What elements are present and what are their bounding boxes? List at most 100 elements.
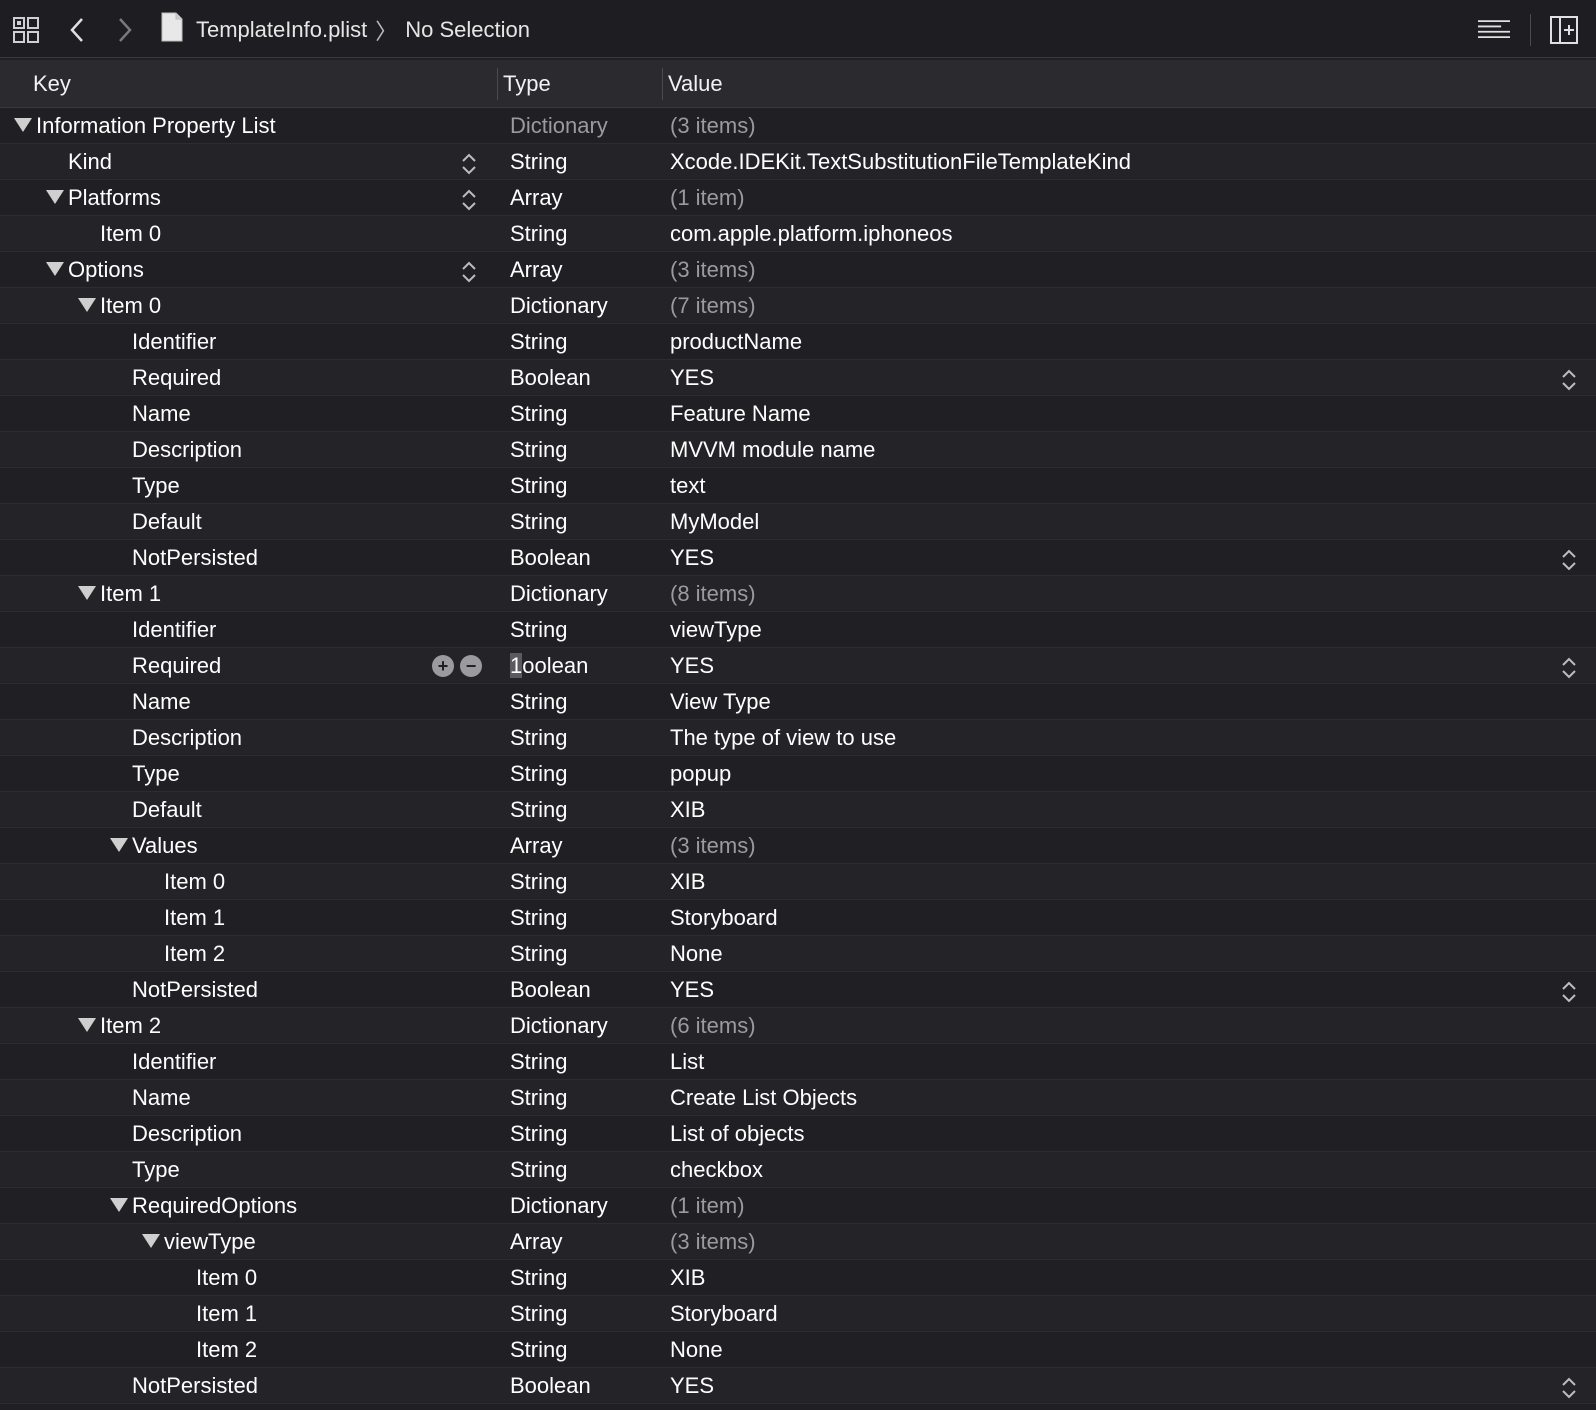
row-type-cell[interactable]: Array <box>510 180 563 215</box>
row-type-cell[interactable]: String <box>510 900 567 935</box>
row-type-cell[interactable]: String <box>510 1116 567 1151</box>
related-items-grid-icon[interactable] <box>10 14 42 46</box>
row-type-cell[interactable]: String <box>510 1260 567 1295</box>
row-type-cell[interactable]: String <box>510 1044 567 1079</box>
plist-row[interactable]: Default String XIB <box>0 792 1596 828</box>
row-key-cell[interactable]: Required <box>132 360 221 395</box>
row-type-cell[interactable]: Boolean <box>510 972 591 1007</box>
plist-row[interactable]: viewType Array (3 items) <box>0 1224 1596 1260</box>
plist-row[interactable]: RequiredOptions Dictionary (1 item) <box>0 1188 1596 1224</box>
row-value-cell[interactable]: productName <box>670 324 802 359</box>
row-value-cell[interactable]: (3 items) <box>670 1224 756 1259</box>
plist-row[interactable]: Name String View Type <box>0 684 1596 720</box>
row-type-cell[interactable]: 1oolean <box>510 648 588 683</box>
row-value-cell[interactable]: Storyboard <box>670 1296 778 1331</box>
plist-row[interactable]: Item 1 String Storyboard <box>0 1296 1596 1332</box>
row-value-cell[interactable]: YES <box>670 972 714 1007</box>
row-value-cell[interactable]: YES <box>670 360 714 395</box>
row-value-cell[interactable]: Create List Objects <box>670 1080 857 1115</box>
row-value-cell[interactable]: com.apple.platform.iphoneos <box>670 216 953 251</box>
row-value-cell[interactable]: (8 items) <box>670 576 756 611</box>
row-value-cell[interactable]: The type of view to use <box>670 720 896 755</box>
plist-row[interactable]: Type String popup <box>0 756 1596 792</box>
row-value-cell[interactable]: XIB <box>670 1260 705 1295</box>
plist-row[interactable]: Item 2 String None <box>0 1332 1596 1368</box>
breadcrumb-file-name[interactable]: TemplateInfo.plist <box>196 17 367 43</box>
row-type-cell[interactable]: String <box>510 504 567 539</box>
plist-row[interactable]: Type String checkbox <box>0 1152 1596 1188</box>
row-value-cell[interactable]: View Type <box>670 684 771 719</box>
plist-row[interactable]: Options Array (3 items) <box>0 252 1596 288</box>
value-stepper-icon[interactable] <box>1561 548 1577 571</box>
row-value-cell[interactable]: (3 items) <box>670 252 756 287</box>
row-value-cell[interactable]: MyModel <box>670 504 759 539</box>
plist-row[interactable]: Identifier String viewType <box>0 612 1596 648</box>
row-type-cell[interactable]: String <box>510 468 567 503</box>
remove-item-icon[interactable]: − <box>460 655 482 677</box>
forward-chevron-icon[interactable] <box>108 14 140 46</box>
row-key-cell[interactable]: Name <box>132 684 191 719</box>
plist-row[interactable]: Information Property List Dictionary (3 it… <box>0 108 1596 144</box>
row-value-cell[interactable]: (3 items) <box>670 108 756 143</box>
row-key-cell[interactable]: Default <box>132 792 202 827</box>
row-type-cell[interactable]: Boolean <box>510 540 591 575</box>
plist-row[interactable]: Item 0 String XIB <box>0 864 1596 900</box>
row-key-cell[interactable]: Description <box>132 720 242 755</box>
disclosure-triangle-icon[interactable] <box>110 838 128 853</box>
disclosure-triangle-icon[interactable] <box>46 262 64 277</box>
row-value-cell[interactable]: YES <box>670 1368 714 1403</box>
row-key-cell[interactable]: Name <box>132 1080 191 1115</box>
row-value-cell[interactable]: YES <box>670 540 714 575</box>
row-key-cell[interactable]: Identifier <box>132 612 216 647</box>
plist-row[interactable]: Item 0 String XIB <box>0 1260 1596 1296</box>
row-type-cell[interactable]: Dictionary <box>510 576 608 611</box>
plist-row[interactable]: Description String MVVM module name <box>0 432 1596 468</box>
row-type-cell[interactable]: String <box>510 1152 567 1187</box>
row-type-cell[interactable]: String <box>510 864 567 899</box>
back-chevron-icon[interactable] <box>62 14 94 46</box>
column-divider[interactable] <box>497 68 498 100</box>
row-key-cell[interactable]: Item 2 <box>164 936 225 971</box>
plist-row[interactable]: Kind String Xcode.IDEKit.TextSubstitutionF… <box>0 144 1596 180</box>
row-key-cell[interactable]: NotPersisted <box>132 1368 258 1403</box>
row-value-cell[interactable]: (6 items) <box>670 1008 756 1043</box>
plist-row[interactable]: Item 1 String Storyboard <box>0 900 1596 936</box>
row-value-cell[interactable]: XIB <box>670 864 705 899</box>
plist-row[interactable]: Identifier String productName <box>0 324 1596 360</box>
row-value-cell[interactable]: viewType <box>670 612 762 647</box>
row-key-cell[interactable]: Values <box>110 828 198 863</box>
row-key-cell[interactable]: RequiredOptions <box>110 1188 297 1223</box>
row-type-cell[interactable]: String <box>510 1332 567 1367</box>
disclosure-triangle-icon[interactable] <box>78 586 96 601</box>
disclosure-triangle-icon[interactable] <box>46 190 64 205</box>
row-key-cell[interactable]: Item 0 <box>78 288 161 323</box>
key-stepper-icon[interactable] <box>461 152 477 175</box>
plist-row[interactable]: Required + − 1oolean YES <box>0 648 1596 684</box>
row-type-cell[interactable]: Array <box>510 1224 563 1259</box>
row-key-cell[interactable]: Description <box>132 1116 242 1151</box>
plist-row[interactable]: Item 0 String com.apple.platform.iphoneos <box>0 216 1596 252</box>
row-key-cell[interactable]: Information Property List <box>14 108 276 143</box>
row-key-cell[interactable]: Default <box>132 504 202 539</box>
add-editor-icon[interactable] <box>1548 14 1580 46</box>
row-type-cell[interactable]: String <box>510 684 567 719</box>
row-key-cell[interactable]: Type <box>132 756 180 791</box>
row-type-cell[interactable]: Dictionary <box>510 1008 608 1043</box>
disclosure-triangle-icon[interactable] <box>78 298 96 313</box>
plist-row[interactable]: Identifier String List <box>0 1044 1596 1080</box>
plist-row[interactable]: Type String text <box>0 468 1596 504</box>
row-key-cell[interactable]: Options <box>46 252 144 287</box>
row-key-cell[interactable]: Item 0 <box>164 864 225 899</box>
row-value-cell[interactable]: None <box>670 936 723 971</box>
plist-row[interactable]: Item 2 Dictionary (6 items) <box>0 1008 1596 1044</box>
row-type-cell[interactable]: Dictionary <box>510 1188 608 1223</box>
plist-row[interactable]: Values Array (3 items) <box>0 828 1596 864</box>
plist-row[interactable]: Default String MyModel <box>0 504 1596 540</box>
plist-row[interactable]: NotPersisted Boolean YES <box>0 1368 1596 1404</box>
row-key-cell[interactable]: NotPersisted <box>132 972 258 1007</box>
editor-options-lines-icon[interactable] <box>1478 14 1510 46</box>
row-type-cell[interactable]: String <box>510 324 567 359</box>
row-type-cell[interactable]: String <box>510 936 567 971</box>
row-value-cell[interactable]: MVVM module name <box>670 432 875 467</box>
row-type-cell[interactable]: String <box>510 1080 567 1115</box>
